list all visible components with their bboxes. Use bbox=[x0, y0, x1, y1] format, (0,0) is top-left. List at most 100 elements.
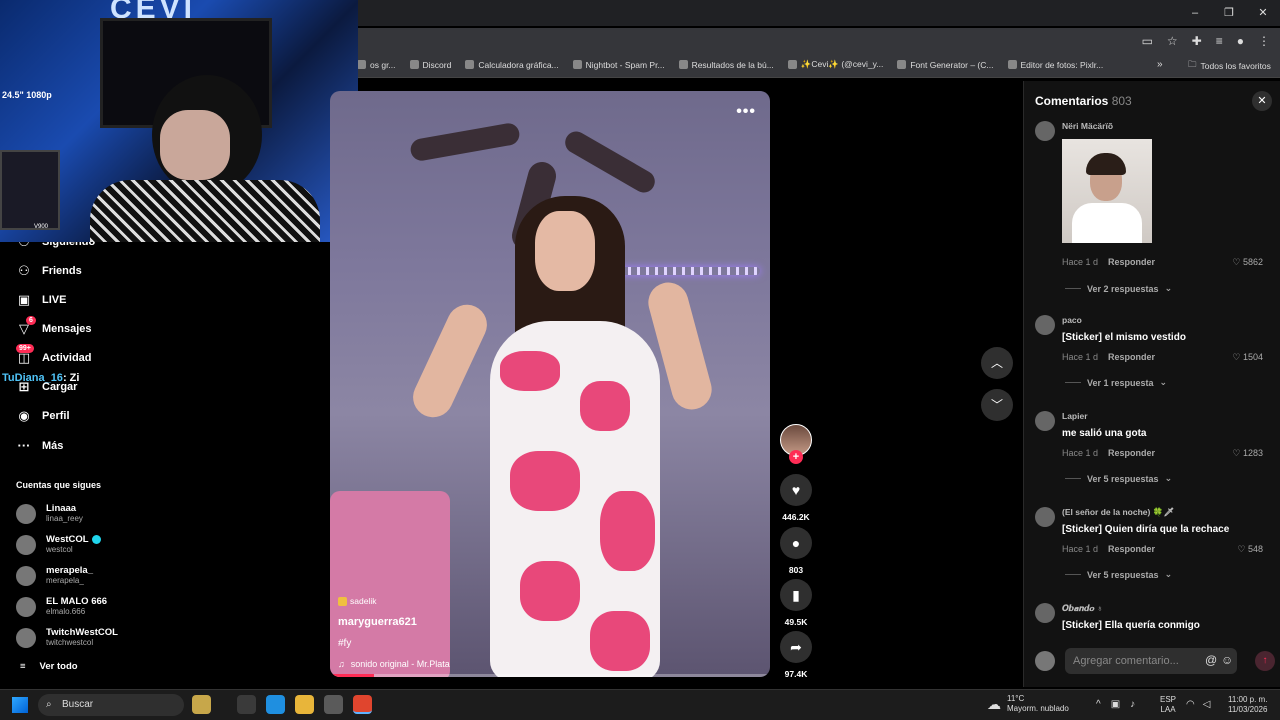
avatar[interactable] bbox=[1035, 121, 1055, 141]
share-action[interactable]: ➦ 97.4K bbox=[778, 631, 814, 679]
emoji-icon[interactable]: ☺ bbox=[1221, 653, 1233, 667]
sidebar-item-label: Friends bbox=[42, 265, 82, 277]
sidebar-item-live[interactable]: ▣ LIVE bbox=[16, 292, 67, 308]
avatar[interactable] bbox=[1035, 507, 1055, 527]
share-icon[interactable]: ➦ bbox=[780, 631, 812, 663]
following-account[interactable]: Linaaa linaa_reey bbox=[16, 503, 83, 524]
video-progress-bar[interactable] bbox=[330, 674, 770, 677]
reply-button[interactable]: Responder bbox=[1108, 448, 1155, 458]
see-all-button[interactable]: ≡ Ver todo bbox=[20, 661, 78, 672]
chevron-down-icon: ⌄ bbox=[1159, 377, 1168, 387]
taskbar-search[interactable]: ⌕ Buscar bbox=[38, 694, 184, 716]
minimize-button[interactable]: – bbox=[1178, 0, 1212, 26]
webcam-pc-label: V900 bbox=[34, 224, 49, 230]
task-view-icon[interactable] bbox=[237, 695, 256, 714]
bookmark-item[interactable]: Editor de fotos: Pixlr... bbox=[1007, 59, 1103, 70]
bookmark-item[interactable]: Font Generator – (C... bbox=[897, 59, 994, 70]
send-arrow-icon[interactable]: ↑ bbox=[1255, 651, 1275, 671]
star-icon[interactable]: ☆ bbox=[1167, 34, 1178, 48]
edge-icon[interactable] bbox=[266, 695, 285, 714]
comment-like[interactable]: ♡ 548 bbox=[1237, 544, 1263, 555]
comment-username[interactable]: Nëri Mäcärïõ bbox=[1062, 121, 1113, 131]
tray-app-icon[interactable]: ▣ bbox=[1111, 699, 1120, 710]
chevron-up-icon[interactable]: ︿ bbox=[981, 347, 1013, 379]
following-account[interactable]: merapela_ merapela_ bbox=[16, 565, 93, 586]
sidebar-item-friends[interactable]: ⚇ Friends bbox=[16, 263, 82, 279]
comment-username[interactable]: (El señor de la noche) 🍀🗡 bbox=[1062, 507, 1174, 518]
obs-icon[interactable] bbox=[324, 695, 343, 714]
reply-button[interactable]: Responder bbox=[1108, 352, 1155, 362]
reply-button[interactable]: Responder bbox=[1108, 257, 1155, 267]
sidebar-item-profile[interactable]: ◉ Perfil bbox=[16, 408, 69, 424]
extensions-icon[interactable]: ✚ bbox=[1192, 34, 1202, 48]
sound-label: sonido original - Mr.Plata bbox=[350, 659, 450, 669]
view-replies-button[interactable]: Ver 5 respuestas ⌄ bbox=[1065, 569, 1172, 580]
sidebar-item-activity[interactable]: ◫ 99+ Actividad bbox=[16, 344, 92, 366]
following-account[interactable]: WestCOL westcol bbox=[16, 534, 101, 555]
profile-avatar-icon[interactable]: ● bbox=[1237, 34, 1244, 48]
bookmark-item[interactable]: ✨Cevi✨ (@cevi_y... bbox=[787, 59, 883, 70]
bookmark-item[interactable]: Discord bbox=[409, 59, 451, 70]
menu-icon[interactable]: ⋮ bbox=[1258, 34, 1270, 48]
microphone-icon[interactable]: ♪ bbox=[1130, 699, 1135, 710]
taskbar-clock[interactable]: 11:00 p. m. 11/03/2026 bbox=[1228, 695, 1267, 715]
following-account[interactable]: TwitchWestCOL twitchwestcol bbox=[16, 627, 118, 648]
sidebar-item-label: Más bbox=[42, 439, 64, 452]
view-replies-button[interactable]: Ver 5 respuestas ⌄ bbox=[1065, 473, 1172, 484]
video-more-button[interactable]: ••• bbox=[736, 103, 756, 121]
maximize-button[interactable]: ❐ bbox=[1212, 0, 1246, 26]
bookmark-item[interactable]: Nightbot - Spam Pr... bbox=[572, 59, 665, 70]
close-comments-button[interactable]: ✕ bbox=[1252, 91, 1272, 111]
video-effect[interactable]: sadelik bbox=[338, 596, 450, 606]
comment-username[interactable]: paco bbox=[1062, 315, 1082, 325]
comment-like[interactable]: ♡ 1283 bbox=[1232, 448, 1263, 459]
bookmarks-more-button[interactable]: » bbox=[1157, 59, 1163, 70]
video-sound[interactable]: ♫ sonido original - Mr.Plata bbox=[338, 659, 450, 669]
bookmark-item[interactable]: Calculadora gráfica... bbox=[465, 59, 559, 70]
avatar[interactable] bbox=[1035, 315, 1055, 335]
sidebar-item-messages[interactable]: ▽ 6 Mensajes bbox=[16, 316, 92, 337]
follow-button[interactable]: + bbox=[789, 450, 803, 464]
sidebar-item-more[interactable]: ··· Más bbox=[16, 438, 64, 453]
video-player[interactable]: ••• sadelik maryguerra621 #fy ♫ sonido o… bbox=[330, 91, 770, 677]
comment-icon[interactable]: ● bbox=[780, 527, 812, 559]
chrome-icon[interactable] bbox=[353, 695, 372, 714]
file-explorer-icon[interactable] bbox=[295, 695, 314, 714]
close-window-button[interactable]: ✕ bbox=[1246, 0, 1280, 26]
account-handle: elmalo.666 bbox=[46, 607, 86, 616]
view-replies-button[interactable]: Ver 1 respuesta ⌄ bbox=[1065, 377, 1167, 388]
sidebar-item-label: LIVE bbox=[42, 294, 67, 306]
heart-icon[interactable]: ♥ bbox=[780, 474, 812, 506]
media-icon[interactable]: ≡ bbox=[1216, 34, 1223, 48]
comment-like-count: 1283 bbox=[1242, 448, 1263, 458]
like-action[interactable]: ♥ 446.2K bbox=[778, 474, 814, 522]
comment-like[interactable]: ♡ 1504 bbox=[1232, 352, 1263, 363]
tray-status-icons[interactable]: ◠ ◁ bbox=[1186, 699, 1210, 710]
windows-start-icon[interactable] bbox=[12, 697, 28, 713]
widgets-icon[interactable] bbox=[192, 695, 211, 714]
chevron-up-icon[interactable]: ^ bbox=[1096, 699, 1101, 710]
video-author[interactable]: maryguerra621 bbox=[338, 616, 450, 628]
bookmark-item[interactable]: os gr... bbox=[357, 59, 396, 70]
cast-icon[interactable]: ▭ bbox=[1142, 34, 1153, 48]
all-favorites-button[interactable]: 🗀 Todos los favoritos bbox=[1188, 59, 1271, 73]
chevron-down-icon[interactable]: ﹀ bbox=[981, 389, 1013, 421]
avatar[interactable] bbox=[1035, 411, 1055, 431]
account-name: WestCOL bbox=[46, 534, 101, 545]
video-caption[interactable]: #fy bbox=[338, 638, 450, 649]
language-indicator[interactable]: ESP LAA bbox=[1160, 695, 1176, 715]
view-replies-button[interactable]: Ver 2 respuestas ⌄ bbox=[1065, 283, 1172, 294]
comment-username[interactable]: 𝑶𝒃𝒂𝒏𝒅𝒐 ♁ bbox=[1062, 603, 1103, 614]
following-account[interactable]: EL MALO 666 elmalo.666 bbox=[16, 596, 107, 617]
taskbar-apps bbox=[192, 695, 372, 714]
comment-like[interactable]: ♡ 5862 bbox=[1232, 257, 1263, 268]
bookmark-item[interactable]: Resultados de la bú... bbox=[678, 59, 774, 70]
save-action[interactable]: ▮ 49.5K bbox=[778, 579, 814, 627]
weather-widget[interactable]: ☁ 11°C Mayorm. nublado bbox=[987, 694, 1069, 714]
mention-icon[interactable]: @ bbox=[1205, 653, 1217, 667]
comment-action[interactable]: ● 803 bbox=[778, 527, 814, 575]
avatar[interactable] bbox=[1035, 603, 1055, 623]
comment-username[interactable]: Lapier bbox=[1062, 411, 1088, 421]
reply-button[interactable]: Responder bbox=[1108, 544, 1155, 554]
bookmark-icon[interactable]: ▮ bbox=[780, 579, 812, 611]
